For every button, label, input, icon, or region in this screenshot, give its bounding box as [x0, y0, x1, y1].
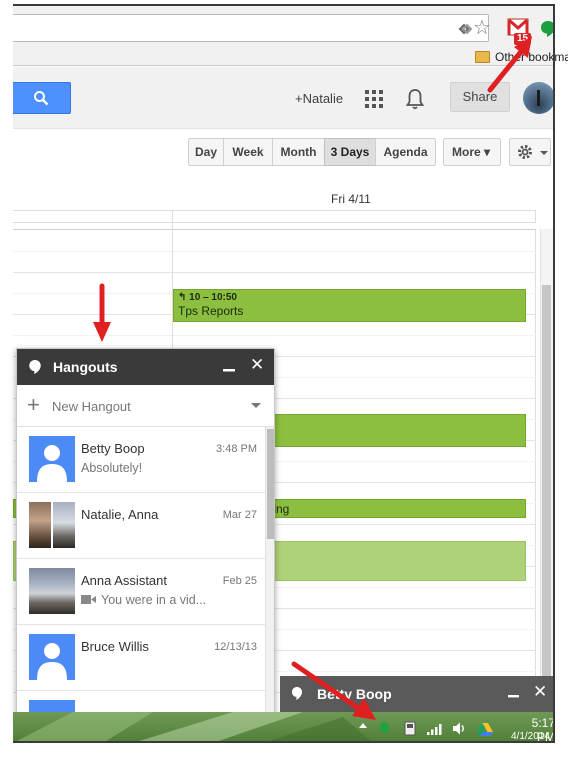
annotation-arrow-icon [291, 661, 376, 720]
screenshot-frame: ☆ 15 Other bookmarks +Natalie [0, 0, 568, 759]
annotation-arrow-icon [93, 283, 111, 342]
annotation-arrow-icon [487, 36, 532, 93]
screenshot-border [13, 4, 555, 743]
